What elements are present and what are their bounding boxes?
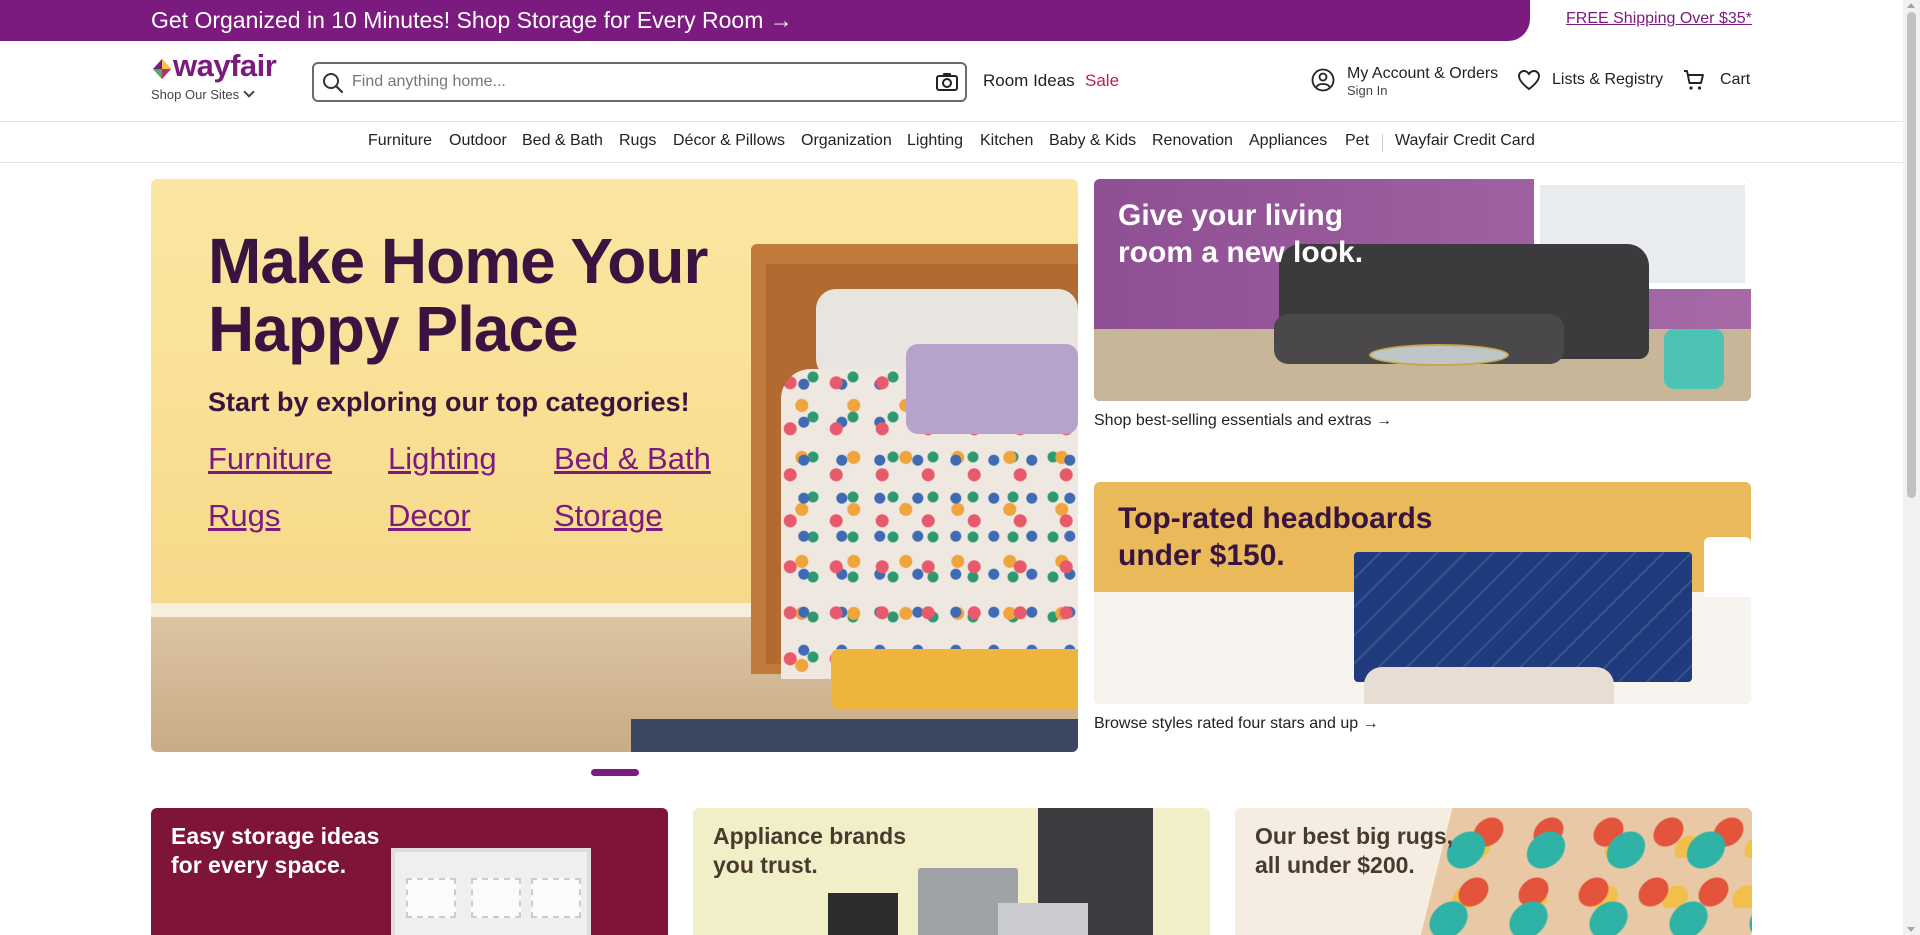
search-input[interactable] (352, 64, 922, 100)
rug-graphic (631, 719, 1078, 752)
free-shipping-link[interactable]: FREE Shipping Over $35* (1566, 10, 1752, 28)
headboards-card-title: Top-rated headboards under $150. (1118, 500, 1432, 574)
hero-title-line1: Make Home Your (208, 225, 708, 297)
pillows-graphic (1364, 667, 1614, 704)
carousel-indicator-active[interactable] (591, 769, 639, 776)
rugs-title-line2: all under $200. (1255, 852, 1415, 878)
wayfair-logo[interactable]: wayfair (151, 48, 291, 84)
appliances-card-title: Appliance brands you trust. (713, 822, 906, 880)
hero-link-bed-bath[interactable]: Bed & Bath (554, 441, 711, 477)
dishwasher-graphic (828, 893, 898, 935)
nav-item-kitchen[interactable]: Kitchen (980, 132, 1033, 150)
room-ideas-link[interactable]: Room Ideas (983, 71, 1075, 91)
hero-banner[interactable]: Make Home Your Happy Place Start by expl… (151, 179, 1078, 752)
living-room-caption-link[interactable]: Shop best-selling essentials and extras … (1094, 412, 1392, 430)
sale-link[interactable]: Sale (1085, 71, 1119, 91)
hero-link-furniture[interactable]: Furniture (208, 441, 332, 477)
promo-banner[interactable]: Get Organized in 10 Minutes! Shop Storag… (0, 0, 1530, 41)
headboards-caption-link[interactable]: Browse styles rated four stars and up → (1094, 715, 1379, 733)
sign-in-link[interactable]: Sign In (1347, 83, 1387, 98)
nav-item-furniture[interactable]: Furniture (368, 132, 432, 150)
storage-title-line1: Easy storage ideas (171, 823, 380, 849)
stool-graphic (1664, 329, 1724, 389)
hero-link-decor[interactable]: Decor (388, 498, 471, 534)
headboards-title-line2: under $150. (1118, 539, 1285, 572)
nav-item-decor-pillows[interactable]: Décor & Pillows (673, 132, 785, 150)
bench-graphic (831, 649, 1078, 709)
promo-card-rugs[interactable]: Our best big rugs, all under $200. (1235, 808, 1752, 935)
promo-card-living-room[interactable]: Give your living room a new look. (1094, 179, 1751, 401)
living-room-title-line2: room a new look. (1118, 236, 1364, 269)
scroll-down-arrow-icon[interactable] (1907, 927, 1915, 932)
nav-item-credit-card[interactable]: Wayfair Credit Card (1395, 132, 1535, 150)
appliances-title-line1: Appliance brands (713, 823, 906, 849)
hero-link-storage[interactable]: Storage (554, 498, 663, 534)
microwave-graphic (998, 903, 1088, 935)
basket-graphic (531, 878, 581, 918)
rugs-title-line1: Our best big rugs, (1255, 823, 1454, 849)
cart-link[interactable]: Cart (1720, 71, 1750, 89)
heart-icon[interactable] (1517, 69, 1541, 91)
nav-item-lighting[interactable]: Lighting (907, 132, 963, 150)
rugs-card-title: Our best big rugs, all under $200. (1255, 822, 1453, 880)
chevron-down-icon (243, 86, 255, 98)
category-nav: Furniture Outdoor Bed & Bath Rugs Décor … (0, 122, 1903, 163)
basket-graphic (471, 878, 521, 918)
promo-text[interactable]: Get Organized in 10 Minutes! Shop Storag… (151, 7, 793, 34)
account-icon[interactable] (1311, 68, 1335, 92)
nav-item-outdoor[interactable]: Outdoor (449, 132, 507, 150)
site-header: wayfair Shop Our Sites Room Ideas Sale M… (0, 41, 1903, 122)
nav-item-pet[interactable]: Pet (1345, 132, 1369, 150)
nav-item-appliances[interactable]: Appliances (1249, 132, 1327, 150)
scroll-up-arrow-icon[interactable] (1907, 3, 1915, 8)
shop-our-sites-label: Shop Our Sites (151, 87, 240, 102)
basket-graphic (406, 878, 456, 918)
appliances-title-line2: you trust. (713, 852, 818, 878)
coffee-table-graphic (1369, 344, 1509, 366)
hero-title-line2: Happy Place (208, 293, 579, 365)
page-scrollbar[interactable] (1903, 0, 1920, 935)
cart-icon[interactable] (1682, 68, 1706, 92)
logo-text: wayfair (173, 48, 277, 83)
nav-item-organization[interactable]: Organization (801, 132, 892, 150)
shop-our-sites-menu[interactable]: Shop Our Sites (151, 86, 255, 102)
search-icon[interactable] (322, 72, 344, 94)
storage-title-line2: for every space. (171, 852, 347, 878)
hero-title: Make Home Your Happy Place (208, 225, 708, 365)
lists-registry-link[interactable]: Lists & Registry (1552, 71, 1663, 89)
nav-item-rugs[interactable]: Rugs (619, 132, 656, 150)
promo-card-storage[interactable]: Easy storage ideas for every space. (151, 808, 668, 935)
nav-item-bed-bath[interactable]: Bed & Bath (522, 132, 603, 150)
hero-subtitle: Start by exploring our top categories! (208, 387, 690, 417)
hero-link-rugs[interactable]: Rugs (208, 498, 280, 534)
account-orders-link[interactable]: My Account & Orders (1347, 65, 1498, 83)
nav-divider (1382, 134, 1383, 152)
scrollbar-thumb[interactable] (1907, 12, 1916, 498)
logo-mark-icon (153, 59, 171, 79)
camera-search-icon[interactable] (935, 71, 959, 93)
living-room-card-title: Give your living room a new look. (1118, 197, 1363, 271)
search-bar (312, 62, 967, 102)
rug-pattern-graphic (1417, 808, 1752, 935)
promo-card-appliances[interactable]: Appliance brands you trust. (693, 808, 1210, 935)
lavender-pillow-graphic (906, 344, 1078, 434)
promo-card-headboards[interactable]: Top-rated headboards under $150. (1094, 482, 1751, 704)
nav-item-renovation[interactable]: Renovation (1152, 132, 1233, 150)
headboards-title-line1: Top-rated headboards (1118, 502, 1433, 535)
living-room-title-line1: Give your living (1118, 199, 1344, 232)
lamp-graphic (1704, 537, 1751, 597)
hero-link-lighting[interactable]: Lighting (388, 441, 497, 477)
nav-item-baby-kids[interactable]: Baby & Kids (1049, 132, 1136, 150)
storage-card-title: Easy storage ideas for every space. (171, 822, 379, 880)
